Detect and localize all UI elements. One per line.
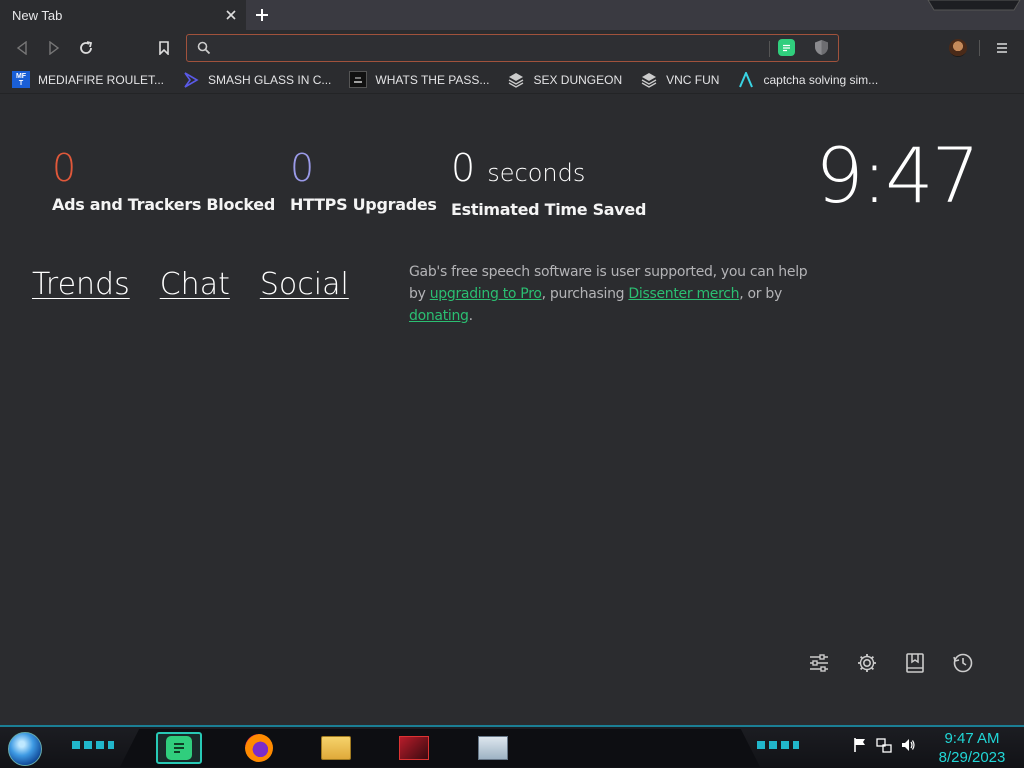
time-saved-unit: seconds [487, 159, 586, 187]
window-frame-decoration [927, 0, 1021, 11]
time-saved-value: 0 seconds [451, 145, 646, 196]
mediafire-icon: MF T [12, 71, 30, 88]
bookmark-item[interactable]: captcha solving sim... [737, 68, 878, 92]
taskbar-clock[interactable]: 9:47 AM 8/29/2023 [930, 729, 1014, 767]
https-upgrades-count: 0 [290, 146, 315, 190]
page-actions [808, 652, 974, 674]
bookmark-label: MEDIAFIRE ROULET... [38, 72, 165, 87]
taskbar-decoration [757, 741, 799, 749]
chat-link[interactable]: Chat [160, 267, 230, 302]
bookmark-item[interactable]: SEX DUNGEON [507, 68, 622, 92]
ads-blocked-count: 0 [52, 146, 77, 190]
tor-icon [507, 71, 525, 88]
task-manager-icon[interactable] [470, 732, 516, 764]
taskbar: 9:47 AM 8/29/2023 [0, 725, 1024, 768]
bookmark-label: SMASH GLASS IN C... [208, 72, 332, 87]
close-icon[interactable] [222, 6, 240, 24]
tor-icon [640, 71, 658, 88]
support-text: , or by [739, 286, 782, 302]
flag-icon[interactable] [852, 737, 868, 753]
time-saved-label: Estimated Time Saved [451, 200, 647, 219]
taskbar-date: 8/29/2023 [938, 749, 1006, 766]
customize-icon[interactable] [808, 652, 830, 674]
nav-links: Trends Chat Social [32, 267, 349, 302]
merch-link[interactable]: Dissenter merch [628, 286, 739, 302]
bookmark-label: WHATS THE PASS... [375, 72, 490, 87]
tab-new-tab[interactable]: New Tab [0, 0, 246, 30]
bookmarks-bar: MF T MEDIAFIRE ROULET... SMASH GLASS IN C… [0, 66, 1024, 94]
clock: 9:47 [815, 131, 980, 220]
support-text: . [468, 308, 473, 324]
trends-link[interactable]: Trends [32, 267, 130, 302]
volume-icon[interactable] [900, 737, 916, 753]
network-icon[interactable] [876, 737, 892, 753]
bookmark-label: VNC FUN [666, 72, 720, 87]
ads-blocked-stat: 0 Ads and Trackers Blocked [52, 145, 275, 214]
a-logo-icon [737, 71, 755, 88]
bookmarks-icon[interactable] [904, 652, 926, 674]
taskbar-time: 9:47 AM [944, 730, 1000, 747]
social-link[interactable]: Social [260, 267, 349, 302]
terminal-icon [349, 71, 368, 88]
gab-extension-icon[interactable] [778, 39, 795, 56]
search-icon [197, 41, 211, 55]
divider [979, 40, 980, 56]
tab-strip: New Tab [0, 0, 1024, 30]
bookmark-icon[interactable] [154, 38, 174, 58]
shield-icon[interactable] [814, 39, 829, 56]
system-tray [852, 737, 916, 753]
ads-blocked-label: Ads and Trackers Blocked [52, 195, 275, 214]
taskbar-decoration [72, 741, 114, 749]
support-text: , purchasing [541, 286, 629, 302]
tab-title: New Tab [12, 7, 63, 23]
address-bar[interactable] [186, 34, 839, 62]
donate-link[interactable]: donating [409, 308, 469, 324]
settings-icon[interactable] [856, 652, 878, 674]
upgrade-pro-link[interactable]: upgrading to Pro [430, 286, 542, 302]
divider [769, 41, 770, 57]
taskbar-apps [120, 729, 760, 767]
history-icon[interactable] [952, 652, 974, 674]
media-app-icon[interactable] [391, 732, 437, 764]
bookmark-label: captcha solving sim... [763, 72, 879, 87]
time-saved-stat: 0 seconds Estimated Time Saved [451, 145, 646, 219]
https-upgrades-label: HTTPS Upgrades [290, 195, 437, 214]
bookmark-label: SEX DUNGEON [533, 72, 623, 87]
menu-icon[interactable] [992, 38, 1012, 58]
toolbar [0, 30, 1024, 66]
reload-icon[interactable] [76, 38, 96, 58]
forward-icon[interactable] [44, 38, 64, 58]
sigma-icon [182, 71, 200, 88]
time-saved-count: 0 [451, 146, 476, 190]
bookmark-item[interactable]: MF T MEDIAFIRE ROULET... [12, 68, 164, 92]
bookmark-item[interactable]: SMASH GLASS IN C... [182, 68, 331, 92]
back-icon[interactable] [12, 38, 32, 58]
avatar[interactable] [949, 39, 967, 57]
bookmark-item[interactable]: VNC FUN [640, 68, 719, 92]
url-input[interactable] [215, 38, 775, 58]
gab-chat-icon[interactable] [156, 732, 202, 764]
https-upgrades-stat: 0 HTTPS Upgrades [290, 145, 437, 214]
start-button[interactable] [8, 732, 42, 766]
new-tab-page: 0 Ads and Trackers Blocked 0 HTTPS Upgra… [0, 95, 1024, 725]
new-tab-button[interactable] [251, 5, 272, 25]
bookmark-item[interactable]: WHATS THE PASS... [349, 68, 489, 92]
file-explorer-icon[interactable] [313, 732, 359, 764]
support-message: Gab's free speech software is user suppo… [409, 261, 809, 327]
firefox-icon[interactable] [236, 732, 282, 764]
